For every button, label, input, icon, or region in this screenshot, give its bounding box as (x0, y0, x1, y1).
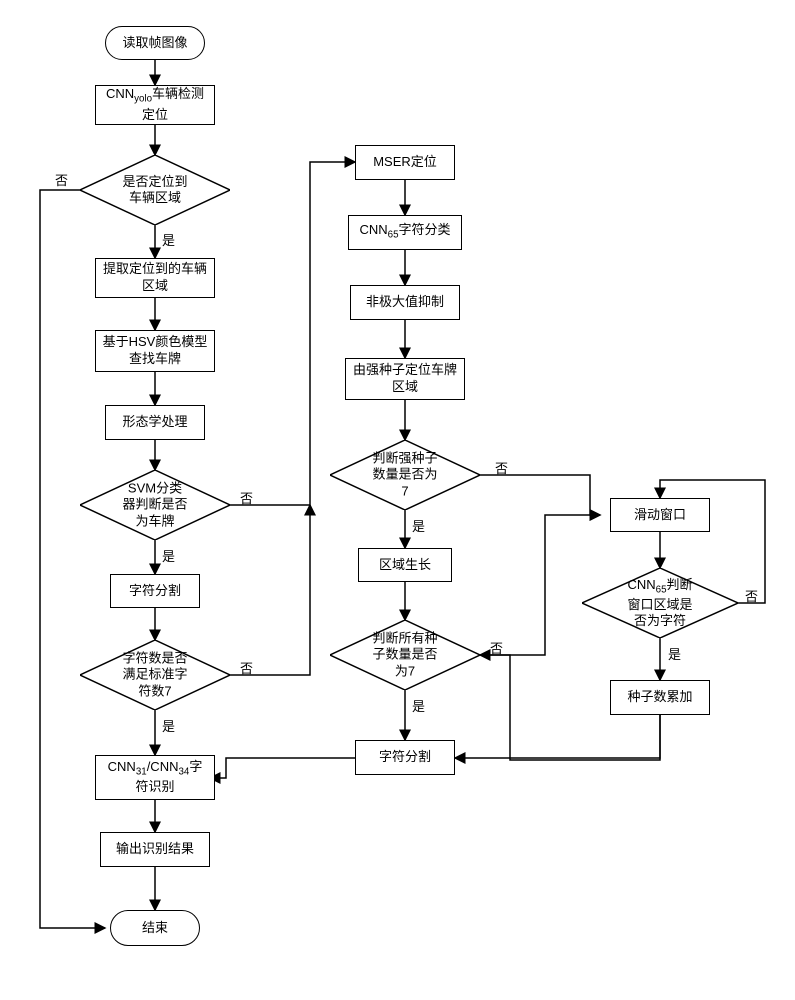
label: 结束 (142, 920, 168, 937)
label: 字符分割 (129, 583, 181, 600)
node-end: 结束 (110, 910, 200, 946)
node-cnn65a: CNN65字符分类 (348, 215, 462, 250)
lbl-d2-no: 否 (240, 488, 253, 507)
node-mser: MSER定位 (355, 145, 455, 180)
lbl-d4-yes: 是 (412, 516, 425, 535)
lbl-d2-yes: 是 (162, 546, 175, 565)
lbl-d6-no: 否 (745, 586, 758, 605)
label: 种子数累加 (627, 689, 692, 706)
label: CNN65字符分类 (359, 222, 450, 242)
lbl-d3-yes: 是 (162, 716, 175, 735)
label: 基于HSV颜色模型查找车牌 (102, 334, 208, 368)
node-d1: 是否定位到车辆区域 (80, 155, 230, 225)
lbl-d5-yes: 是 (412, 696, 425, 715)
lbl-d6-yes: 是 (668, 644, 681, 663)
node-hsv: 基于HSV颜色模型查找车牌 (95, 330, 215, 372)
node-d2: SVM分类器判断是否为车牌 (80, 470, 230, 540)
lbl-d3-no: 否 (240, 658, 253, 677)
lbl-d4-no: 否 (495, 458, 508, 477)
node-d6: CNN65判断窗口区域是否为字符 (582, 568, 738, 638)
label: 区域生长 (379, 557, 431, 574)
node-slide: 滑动窗口 (610, 498, 710, 532)
node-seg2: 字符分割 (355, 740, 455, 775)
lbl-d5-no: 否 (490, 638, 503, 657)
node-d5: 判断所有种子数量是否为7 (330, 620, 480, 690)
label: 由强种子定位车牌区域 (352, 362, 458, 396)
node-extract: 提取定位到的车辆区域 (95, 258, 215, 298)
label: CNNyolo车辆检测定位 (102, 86, 208, 123)
node-d4: 判断强种子数量是否为7 (330, 440, 480, 510)
label: 读取帧图像 (122, 35, 187, 52)
node-morph: 形态学处理 (105, 405, 205, 440)
node-yolo: CNNyolo车辆检测定位 (95, 85, 215, 125)
node-output: 输出识别结果 (100, 832, 210, 867)
label: 提取定位到的车辆区域 (102, 261, 208, 295)
node-seedloc: 由强种子定位车牌区域 (345, 358, 465, 400)
label: 非极大值抑制 (366, 294, 444, 311)
label: 滑动窗口 (634, 507, 686, 524)
node-d3: 字符数是否满足标准字符数7 (80, 640, 230, 710)
node-start: 读取帧图像 (105, 26, 205, 60)
node-grow: 区域生长 (358, 548, 452, 582)
node-nms: 非极大值抑制 (350, 285, 460, 320)
label: MSER定位 (373, 154, 437, 171)
node-seg1: 字符分割 (110, 574, 200, 608)
label: CNN31/CNN34字符识别 (102, 759, 208, 796)
label: 形态学处理 (122, 414, 187, 431)
node-recog: CNN31/CNN34字符识别 (95, 755, 215, 800)
label: 字符分割 (379, 749, 431, 766)
lbl-d1-no: 否 (55, 170, 68, 189)
label: 输出识别结果 (116, 841, 194, 858)
lbl-d1-yes: 是 (162, 230, 175, 249)
node-seedadd: 种子数累加 (610, 680, 710, 715)
